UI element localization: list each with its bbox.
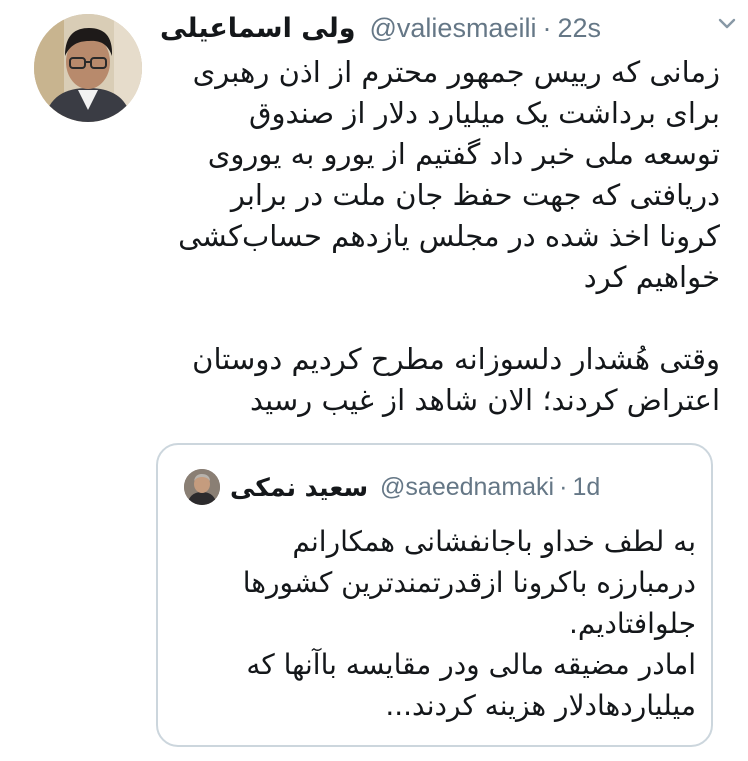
tweet-text-line: کرونا اخذ شده در مجلس یازدهم حساب‌کشی	[178, 219, 720, 253]
tweet-text-line: برای برداشت یک میلیارد دلار از صندوق	[249, 96, 720, 130]
tweet-text-line: اعتراض کردند؛ الان شاهد از غیب رسید	[249, 383, 720, 417]
separator-dot: ·	[559, 472, 568, 501]
quoted-author-handle: @saeednamaki	[380, 472, 555, 501]
tweet-text-line: وقتی هُشدار دلسوزانه مطرح کردیم دوستان	[192, 342, 720, 376]
separator-dot: ·	[542, 12, 552, 43]
tweet-text-line: توسعه ملی خبر داد گفتیم از یورو به یوروی	[207, 137, 720, 171]
quoted-tweet-timestamp: 1d	[572, 472, 601, 501]
quoted-avatar	[184, 469, 220, 505]
quoted-text-line: امادر مضیقه مالی ودر مقایسه باآنها که	[246, 648, 696, 681]
chevron-down-icon[interactable]	[714, 10, 740, 36]
quoted-tweet-card[interactable]: سعید نمکی @saeednamaki · 1d به لطف خداو …	[156, 443, 713, 747]
author-handle[interactable]: @valiesmaeili	[370, 13, 537, 44]
author-name[interactable]: ولی اسماعیلی	[160, 13, 356, 44]
tweet-text-line: خواهیم کرد	[583, 260, 720, 294]
quoted-text-line: جلوافتادیم.	[569, 607, 696, 640]
avatar[interactable]	[34, 14, 142, 122]
quoted-author-name: سعید نمکی	[230, 472, 369, 502]
quoted-text-line: به لطف خداو باجانفشانی همکارانم	[292, 525, 696, 558]
tweet-text-line: زمانی که رییس جمهور محترم از اذن رهبری	[192, 55, 720, 89]
tweet-text: زمانی که رییس جمهور محترم از اذن رهبری ب…	[150, 52, 720, 421]
quoted-tweet-header: سعید نمکی @saeednamaki · 1d	[184, 467, 600, 507]
tweet-header: ولی اسماعیلی @valiesmaeili · 22s	[160, 6, 720, 50]
tweet-page: ولی اسماعیلی @valiesmaeili · 22s زمانی ک…	[0, 0, 748, 761]
tweet-timestamp[interactable]: 22s	[557, 13, 601, 44]
quoted-tweet-text: به لطف خداو باجانفشانی همکارانم درمبارزه…	[176, 521, 696, 726]
quoted-text-line: میلیاردهادلار هزینه کردند...	[385, 689, 696, 722]
quoted-text-line: درمبارزه باکرونا ازقدرتمندترین کشورها	[242, 566, 696, 599]
tweet-text-line: دریافتی که جهت حفظ جان ملت در برابر	[230, 178, 720, 212]
